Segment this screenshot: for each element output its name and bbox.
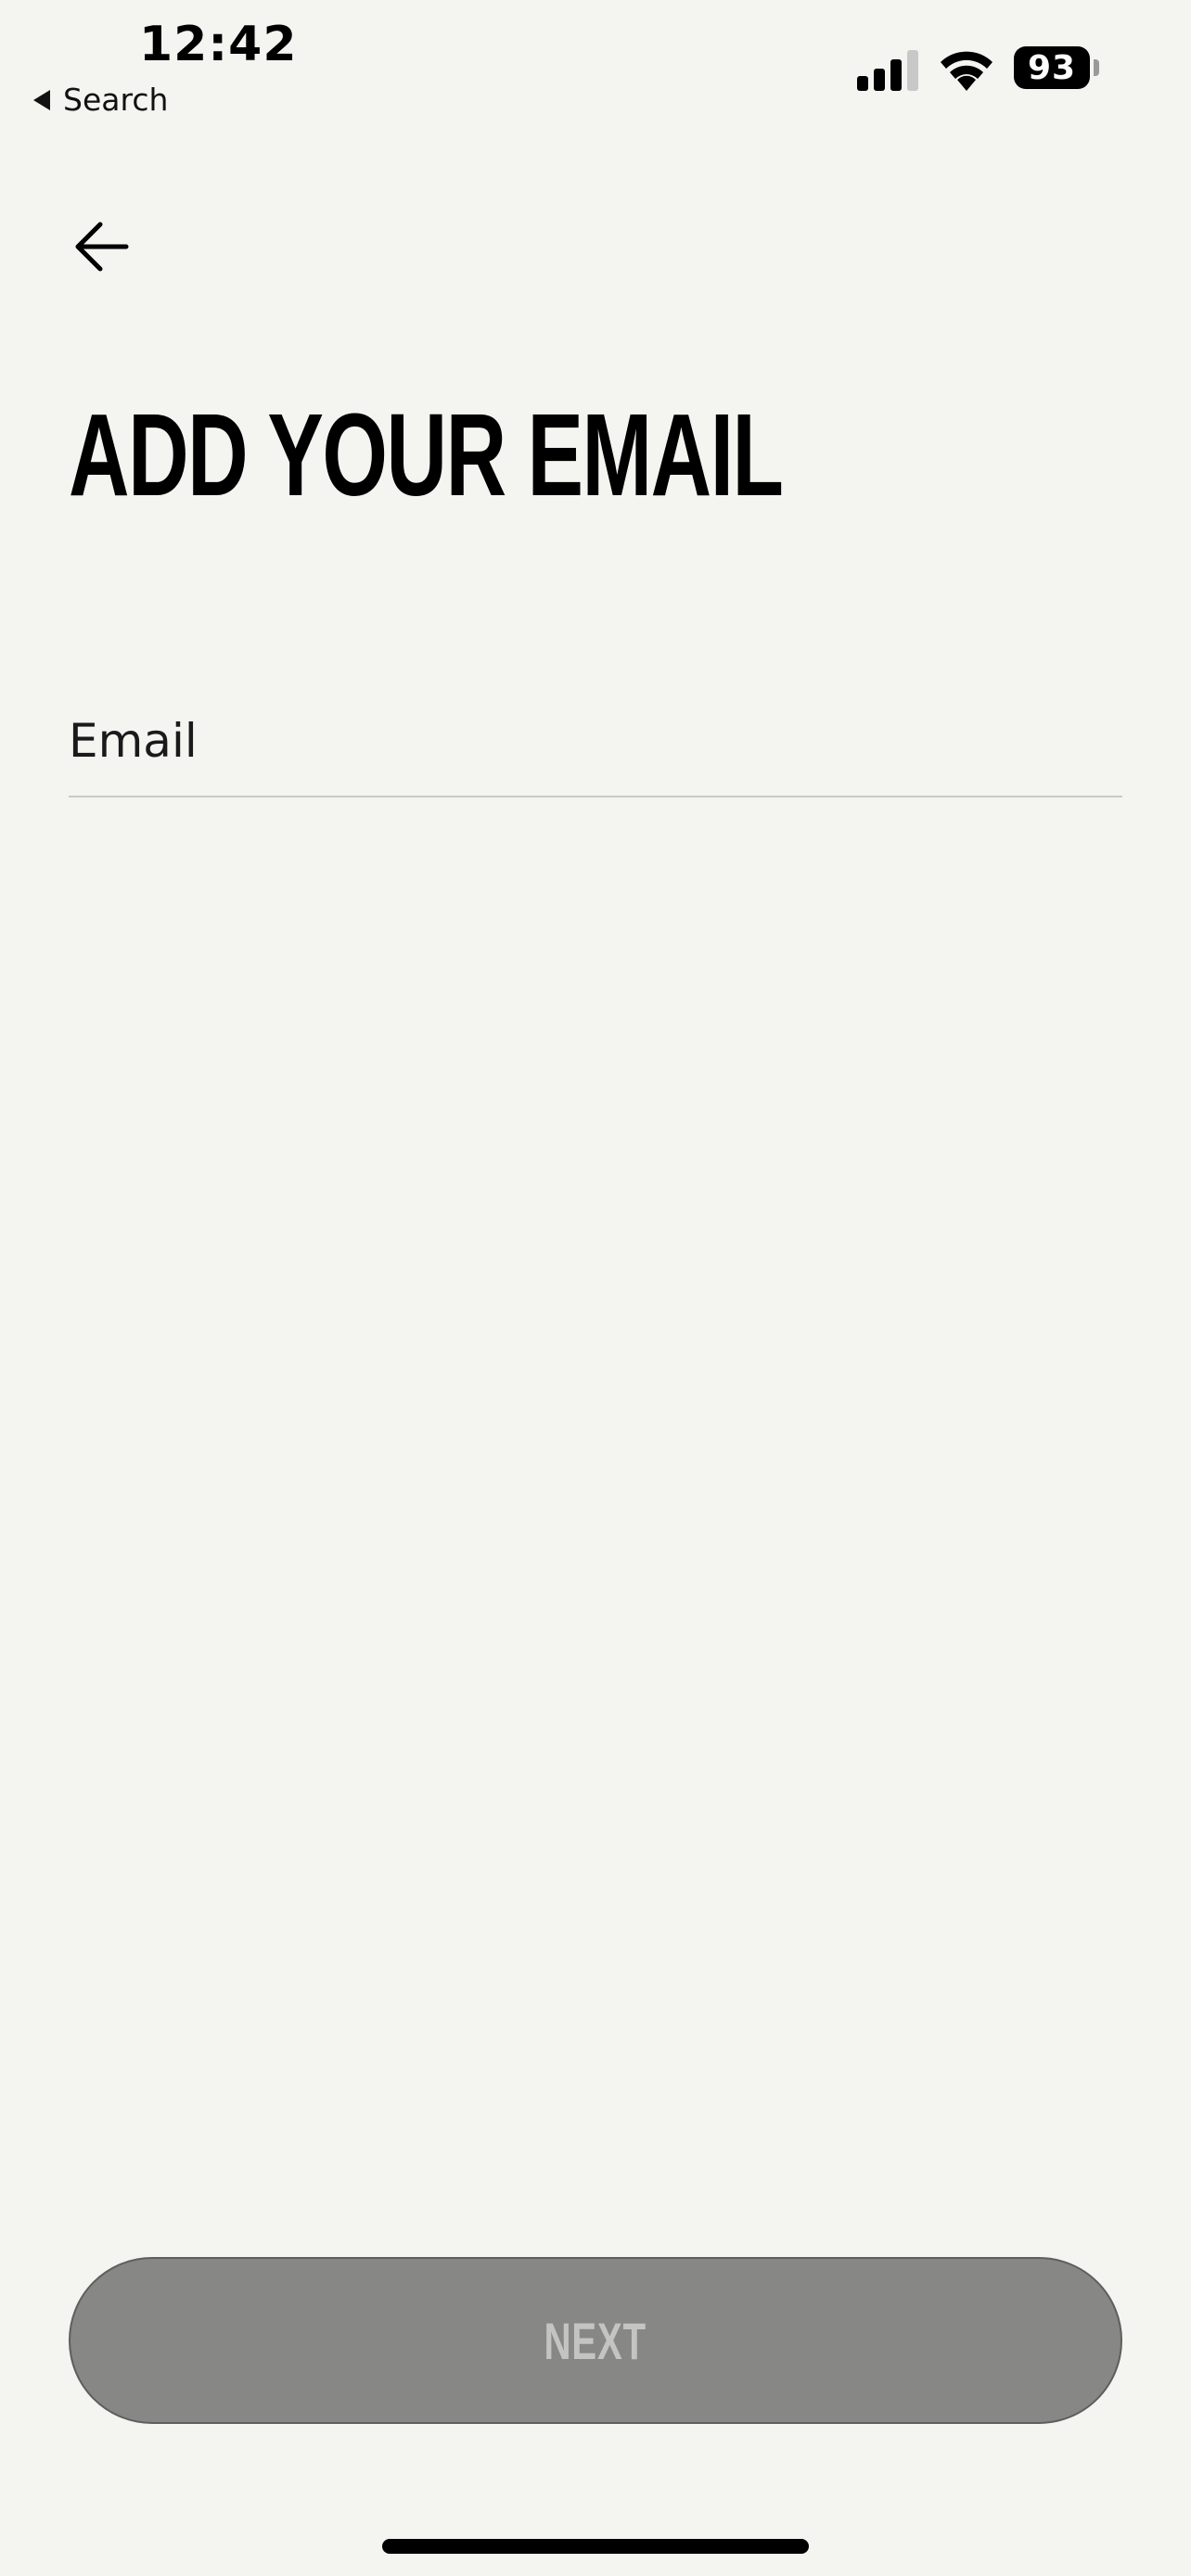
back-to-app-link[interactable]: Search (33, 82, 168, 118)
battery-tip (1094, 59, 1099, 76)
back-button[interactable] (67, 211, 137, 282)
email-input[interactable] (69, 686, 1122, 797)
battery-level: 93 (1027, 48, 1077, 87)
home-indicator[interactable] (382, 2539, 809, 2554)
cellular-signal-icon (857, 50, 922, 96)
next-button[interactable]: NEXT (69, 2257, 1122, 2424)
arrow-left-icon (75, 222, 129, 272)
wifi-icon (937, 48, 996, 96)
status-time: 12:42 (139, 17, 298, 72)
next-button-label: NEXT (544, 2311, 647, 2370)
back-triangle-icon (33, 89, 50, 110)
battery-icon: 93 (1014, 46, 1090, 89)
page-title: ADD YOUR EMAIL (69, 389, 784, 520)
back-app-label: Search (63, 82, 169, 118)
